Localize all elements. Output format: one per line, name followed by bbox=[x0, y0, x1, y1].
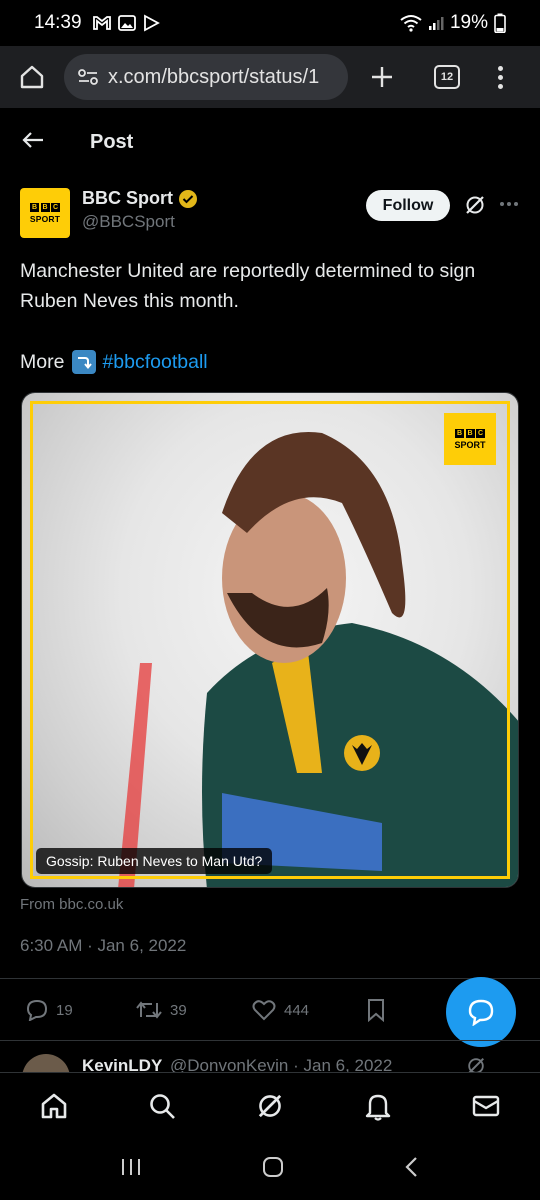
chat-bubble-icon bbox=[468, 999, 494, 1026]
reply-preview[interactable]: KevinLDY @DonvonKevin · Jan 6, 2022 bbox=[20, 1050, 520, 1072]
bookmark-button[interactable] bbox=[366, 998, 386, 1022]
repost-icon bbox=[136, 1001, 162, 1019]
nav-messages[interactable] bbox=[456, 1093, 516, 1119]
card-caption: Gossip: Ruben Neves to Man Utd? bbox=[36, 848, 273, 874]
status-bar: 14:39 19% bbox=[0, 0, 540, 46]
link-card[interactable]: B B C SPORT Gossip: Ruben Neves to Man U… bbox=[21, 392, 519, 888]
hashtag-link[interactable]: #bbcfootball bbox=[102, 347, 207, 377]
divider bbox=[0, 1040, 540, 1041]
page-title: Post bbox=[90, 130, 134, 153]
nav-notifications[interactable] bbox=[348, 1091, 408, 1121]
bell-icon bbox=[365, 1094, 391, 1121]
bbc-logo-sport: SPORT bbox=[454, 439, 486, 450]
url-text: x.com/bbcsport/status/1 bbox=[108, 65, 320, 88]
like-button[interactable]: 444 bbox=[252, 999, 366, 1021]
battery-icon bbox=[494, 13, 506, 33]
mail-icon bbox=[472, 1095, 500, 1116]
more-label: More bbox=[20, 351, 65, 373]
more-options-icon[interactable] bbox=[500, 202, 518, 206]
grok-button[interactable] bbox=[464, 194, 486, 221]
reply-icon bbox=[26, 999, 48, 1021]
compose-reply-button[interactable] bbox=[446, 977, 516, 1047]
reply-author-name[interactable]: KevinLDY bbox=[82, 1056, 162, 1072]
bbc-sport-watermark: B B C SPORT bbox=[444, 413, 496, 465]
search-icon bbox=[150, 1093, 175, 1119]
browser-menu-icon[interactable] bbox=[498, 65, 503, 89]
recent-apps-icon bbox=[121, 1158, 140, 1175]
home-circle-icon bbox=[262, 1156, 283, 1177]
divider bbox=[0, 978, 540, 979]
author-handle[interactable]: @BBCSport bbox=[82, 212, 198, 232]
notification-icons bbox=[92, 14, 160, 32]
new-tab-button[interactable] bbox=[366, 65, 398, 89]
bbc-logo-letter: B bbox=[30, 202, 39, 212]
right-arrow-curving-down-icon bbox=[72, 350, 97, 374]
engagement-bar: 19 39 444 bbox=[26, 994, 426, 1026]
post-more-line: More #bbcfootball bbox=[20, 347, 208, 377]
verified-badge-icon bbox=[179, 189, 197, 208]
bbc-logo-letter: B bbox=[40, 202, 50, 212]
post-timestamp[interactable]: 6:30 AM · Jan 6, 2022 bbox=[20, 936, 186, 956]
home-system-button[interactable] bbox=[261, 1156, 285, 1183]
reply-avatar[interactable] bbox=[22, 1054, 70, 1072]
back-chevron-icon bbox=[405, 1156, 418, 1177]
battery-percent: 19% bbox=[449, 12, 488, 33]
status-time: 14:39 bbox=[34, 12, 82, 33]
android-nav-bar bbox=[0, 1138, 540, 1200]
avatar[interactable]: B B C SPORT bbox=[20, 188, 70, 238]
wifi-icon bbox=[400, 15, 422, 32]
reply-button[interactable]: 19 bbox=[26, 999, 136, 1021]
gallery-icon bbox=[117, 15, 136, 31]
home-button[interactable] bbox=[2, 63, 62, 91]
repost-count: 39 bbox=[170, 1001, 187, 1019]
plus-icon bbox=[372, 67, 392, 87]
tab-switcher-button[interactable]: 12 bbox=[434, 65, 460, 89]
grok-icon bbox=[466, 196, 484, 214]
grok-icon bbox=[258, 1094, 282, 1117]
gmail-icon bbox=[92, 16, 111, 30]
back-arrow-icon bbox=[22, 131, 43, 148]
home-icon bbox=[41, 1093, 67, 1118]
post-header: Post bbox=[0, 108, 540, 176]
status-right: 19% bbox=[400, 12, 506, 34]
reply-count: 19 bbox=[56, 1001, 73, 1019]
source-link[interactable]: From bbc.co.uk bbox=[20, 896, 123, 913]
nav-home[interactable] bbox=[24, 1091, 84, 1121]
bbc-logo-letter: C bbox=[51, 202, 60, 212]
signal-icon bbox=[428, 17, 444, 30]
author-name-row: BBC Sport bbox=[82, 188, 198, 209]
heart-icon bbox=[252, 1000, 276, 1021]
browser-toolbar: x.com/bbcsport/status/1 12 bbox=[0, 46, 540, 108]
nav-grok[interactable] bbox=[240, 1092, 300, 1120]
back-system-button[interactable] bbox=[404, 1156, 420, 1183]
back-button[interactable] bbox=[22, 131, 44, 154]
bookmark-icon bbox=[368, 999, 384, 1022]
bbc-logo-letter: C bbox=[476, 428, 485, 438]
bbc-logo-letter: B bbox=[455, 428, 464, 438]
grok-icon[interactable] bbox=[466, 1056, 486, 1072]
like-count: 444 bbox=[284, 1001, 310, 1019]
author-meta: BBC Sport @BBCSport bbox=[82, 188, 198, 242]
reply-author-handle: @DonvonKevin · Jan 6, 2022 bbox=[170, 1056, 393, 1072]
recent-apps-button[interactable] bbox=[120, 1157, 142, 1182]
home-icon bbox=[20, 65, 44, 89]
url-bar[interactable]: x.com/bbcsport/status/1 bbox=[64, 54, 348, 100]
post-text: Manchester United are reportedly determi… bbox=[20, 260, 476, 312]
author-name[interactable]: BBC Sport bbox=[82, 188, 173, 209]
card-yellow-frame bbox=[30, 401, 510, 879]
repost-button[interactable]: 39 bbox=[136, 999, 252, 1021]
play-store-icon bbox=[143, 14, 160, 32]
follow-button[interactable]: Follow bbox=[366, 190, 450, 221]
site-settings-icon[interactable] bbox=[78, 68, 98, 86]
author-row: B B C SPORT BBC Sport @BBCSport Follow bbox=[20, 188, 520, 242]
bbc-logo-sport: SPORT bbox=[29, 213, 61, 224]
bbc-logo: B B C bbox=[455, 428, 485, 438]
bbc-logo-letter: B bbox=[465, 428, 475, 438]
bottom-nav bbox=[0, 1072, 540, 1138]
bbc-logo: B B C bbox=[30, 202, 60, 212]
nav-search[interactable] bbox=[132, 1092, 192, 1120]
